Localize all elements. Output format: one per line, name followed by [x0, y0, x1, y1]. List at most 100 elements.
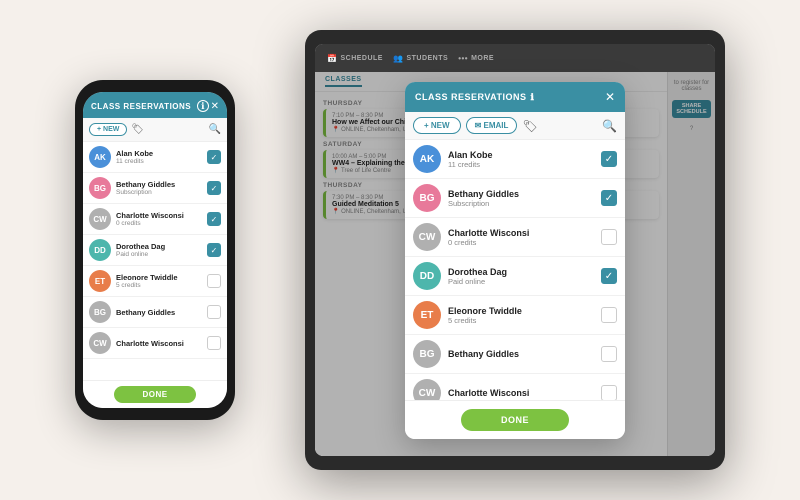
phone-device: CLASS RESERVATIONS ℹ ✕ + NEW 🏷 🔍 AK Alan… — [75, 80, 235, 420]
person-info: Charlotte Wisconsi 0 credits — [116, 211, 207, 227]
modal-person-info: Charlotte Wisconsi — [448, 388, 601, 398]
tab-label: STUDENTS — [406, 55, 448, 62]
modal-person-info: Charlotte Wisconsi 0 credits — [448, 228, 601, 247]
tablet-tab[interactable]: 👥STUDENTS — [393, 54, 448, 63]
modal-person-checkbox[interactable] — [601, 307, 617, 323]
person-name: Charlotte Wisconsi — [116, 339, 207, 348]
tablet-tab[interactable]: •••MORE — [458, 54, 494, 63]
modal-person-checkbox[interactable] — [601, 151, 617, 167]
person-checkbox[interactable] — [207, 305, 221, 319]
modal-person-sub: Subscription — [448, 199, 601, 208]
modal-person-info: Dorothea Dag Paid online — [448, 267, 601, 286]
modal-person-row[interactable]: AK Alan Kobe 11 credits — [405, 140, 625, 179]
modal-person-sub: 0 credits — [448, 238, 601, 247]
modal-person-checkbox[interactable] — [601, 346, 617, 362]
modal-person-sub: 11 credits — [448, 160, 601, 169]
modal-person-info: Eleonore Twiddle 5 credits — [448, 306, 601, 325]
modal-person-name: Bethany Giddles — [448, 189, 601, 199]
phone-screen: CLASS RESERVATIONS ℹ ✕ + NEW 🏷 🔍 AK Alan… — [83, 92, 227, 408]
search-icon[interactable]: 🔍 — [209, 124, 221, 135]
tab-label: SCHEDULE — [340, 55, 383, 62]
person-info: Bethany Giddles — [116, 308, 207, 317]
phone-person-row[interactable]: DD Dorothea Dag Paid online — [83, 235, 227, 266]
modal-person-row[interactable]: CW Charlotte Wisconsi 0 credits — [405, 218, 625, 257]
modal-footer: DONE — [405, 400, 625, 439]
person-checkbox[interactable] — [207, 243, 221, 257]
phone-toolbar: + NEW 🏷 🔍 — [83, 118, 227, 142]
avatar: BG — [89, 301, 111, 323]
modal-person-info: Bethany Giddles — [448, 349, 601, 359]
person-checkbox[interactable] — [207, 181, 221, 195]
phone-person-row[interactable]: ET Eleonore Twiddle 5 credits — [83, 266, 227, 297]
tablet-content: CLASSES THURSDAY 7:10 PM – 8:30 PM How w… — [315, 72, 715, 456]
modal-person-name: Dorothea Dag — [448, 267, 601, 277]
phone-person-row[interactable]: CW Charlotte Wisconsi 0 credits — [83, 204, 227, 235]
modal-new-button[interactable]: + NEW — [413, 117, 461, 134]
modal-search-icon[interactable]: 🔍 — [602, 119, 617, 133]
tablet-screen: 📅SCHEDULE 👥STUDENTS •••MORE CLASSES THURSD… — [315, 44, 715, 456]
modal-header: CLASS RESERVATIONS ℹ ✕ — [405, 82, 625, 112]
tag-icon[interactable]: 🏷 — [131, 124, 144, 135]
person-info: Eleonore Twiddle 5 credits — [116, 273, 207, 289]
phone-people-list: AK Alan Kobe 11 credits BG Bethany Giddl… — [83, 142, 227, 380]
modal-avatar: ET — [413, 301, 441, 329]
person-name: Alan Kobe — [116, 149, 207, 158]
person-sub: 5 credits — [116, 282, 207, 289]
person-checkbox[interactable] — [207, 212, 221, 226]
modal-person-name: Bethany Giddles — [448, 349, 601, 359]
phone-footer: DONE — [83, 380, 227, 408]
info-icon[interactable]: ℹ — [197, 100, 209, 112]
modal-overlay: CLASS RESERVATIONS ℹ ✕ + NEW ✉ EMAIL 🏷 🔍 — [315, 72, 715, 456]
done-button[interactable]: DONE — [114, 386, 195, 403]
modal-toolbar: + NEW ✉ EMAIL 🏷 🔍 — [405, 112, 625, 140]
person-name: Dorothea Dag — [116, 242, 207, 251]
modal-person-row[interactable]: CW Charlotte Wisconsi — [405, 374, 625, 400]
person-checkbox[interactable] — [207, 150, 221, 164]
person-checkbox[interactable] — [207, 274, 221, 288]
phone-header: CLASS RESERVATIONS ℹ ✕ — [83, 92, 227, 118]
modal-person-name: Charlotte Wisconsi — [448, 228, 601, 238]
phone-person-row[interactable]: AK Alan Kobe 11 credits — [83, 142, 227, 173]
person-sub: 11 credits — [116, 158, 207, 165]
person-name: Eleonore Twiddle — [116, 273, 207, 282]
modal-done-button[interactable]: DONE — [461, 409, 569, 431]
modal-close-icon[interactable]: ✕ — [605, 90, 615, 104]
modal-person-checkbox[interactable] — [601, 190, 617, 206]
tab-icon: 👥 — [393, 54, 403, 63]
person-sub: Subscription — [116, 189, 207, 196]
modal-person-info: Bethany Giddles Subscription — [448, 189, 601, 208]
person-checkbox[interactable] — [207, 336, 221, 350]
person-name: Bethany Giddles — [116, 180, 207, 189]
modal-email-button[interactable]: ✉ EMAIL — [466, 117, 518, 134]
tablet-tab[interactable]: 📅SCHEDULE — [327, 54, 383, 63]
person-sub: Paid online — [116, 251, 207, 258]
modal-person-sub: Paid online — [448, 277, 601, 286]
close-icon[interactable]: ✕ — [211, 101, 219, 112]
avatar: ET — [89, 270, 111, 292]
scene: CLASS RESERVATIONS ℹ ✕ + NEW 🏷 🔍 AK Alan… — [0, 0, 800, 500]
modal-person-row[interactable]: BG Bethany Giddles — [405, 335, 625, 374]
person-info: Dorothea Dag Paid online — [116, 242, 207, 258]
tab-icon: ••• — [458, 54, 468, 63]
modal-person-row[interactable]: DD Dorothea Dag Paid online — [405, 257, 625, 296]
modal-person-row[interactable]: BG Bethany Giddles Subscription — [405, 179, 625, 218]
modal-info-icon[interactable]: ℹ — [531, 92, 535, 103]
modal-person-checkbox[interactable] — [601, 229, 617, 245]
modal-person-checkbox[interactable] — [601, 268, 617, 284]
modal-tag-icon[interactable]: 🏷 — [522, 119, 537, 133]
person-name: Charlotte Wisconsi — [116, 211, 207, 220]
person-sub: 0 credits — [116, 220, 207, 227]
modal-person-row[interactable]: ET Eleonore Twiddle 5 credits — [405, 296, 625, 335]
phone-person-row[interactable]: CW Charlotte Wisconsi — [83, 328, 227, 359]
modal-avatar: CW — [413, 379, 441, 400]
phone-person-row[interactable]: BG Bethany Giddles — [83, 297, 227, 328]
modal-avatar: CW — [413, 223, 441, 251]
person-info: Charlotte Wisconsi — [116, 339, 207, 348]
modal-person-name: Eleonore Twiddle — [448, 306, 601, 316]
modal-person-checkbox[interactable] — [601, 385, 617, 400]
modal-person-sub: 5 credits — [448, 316, 601, 325]
new-button[interactable]: + NEW — [89, 123, 127, 136]
person-info: Bethany Giddles Subscription — [116, 180, 207, 196]
phone-person-row[interactable]: BG Bethany Giddles Subscription — [83, 173, 227, 204]
class-reservations-modal: CLASS RESERVATIONS ℹ ✕ + NEW ✉ EMAIL 🏷 🔍 — [405, 82, 625, 439]
